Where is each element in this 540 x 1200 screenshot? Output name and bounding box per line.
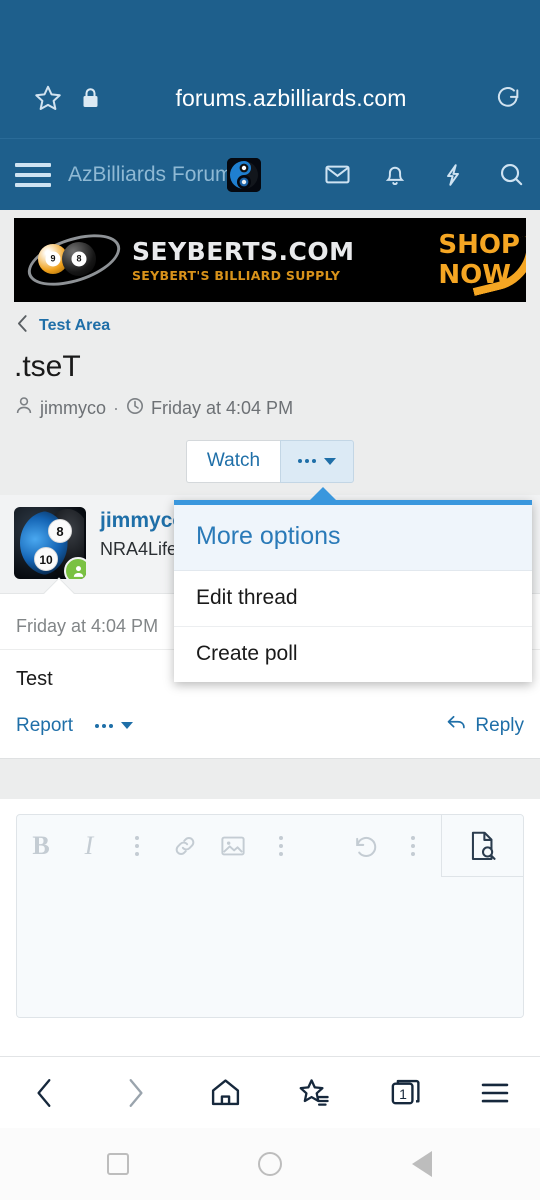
- forum-header: AzBilliards Forum: [0, 138, 540, 210]
- whats-new-bolt-icon[interactable]: [424, 146, 482, 204]
- ad-ball-eight-number: 8: [71, 251, 87, 267]
- undo-icon[interactable]: [341, 815, 389, 877]
- ad-title: SEYBERTS.COM: [132, 237, 355, 266]
- text-overflow-menu-icon[interactable]: [113, 815, 161, 877]
- page-title: .tseT: [14, 350, 81, 383]
- azbilliards-8ball-logo: [226, 157, 261, 192]
- report-link[interactable]: Report: [16, 715, 73, 737]
- reply-label: Reply: [475, 714, 524, 736]
- insert-overflow-menu-icon[interactable]: [257, 815, 305, 877]
- reply-arrow-icon: [446, 713, 467, 738]
- thread-author[interactable]: jimmyco: [40, 398, 106, 419]
- browser-chrome: forums.azbilliards.com: [0, 0, 540, 138]
- ad-banner-wrapper: 9 8 SEYBERTS.COM SEYBERT'S BILLIARD SUPP…: [0, 210, 540, 302]
- dropdown-header[interactable]: More options: [174, 505, 532, 571]
- forum-title[interactable]: AzBilliards Forum: [68, 163, 233, 187]
- bookmarks-star-icon[interactable]: [279, 1057, 351, 1129]
- meta-separator: ·: [113, 397, 119, 418]
- section-spacer: [0, 758, 540, 800]
- tabs-button[interactable]: 1: [369, 1057, 441, 1129]
- thread-more-options-button[interactable]: [280, 440, 355, 483]
- avatar-ball-10-number: 10: [34, 547, 58, 571]
- post-author-name[interactable]: jimmyco: [100, 509, 185, 533]
- post-author-block: jimmyco NRA4Life: [100, 507, 185, 579]
- menu-item-create-poll[interactable]: Create poll: [174, 627, 532, 682]
- ad-subtitle: SEYBERT'S BILLIARD SUPPLY: [132, 268, 341, 283]
- thread-timestamp[interactable]: Friday at 4:04 PM: [151, 398, 293, 419]
- seyberts-ad-banner[interactable]: 9 8 SEYBERTS.COM SEYBERT'S BILLIARD SUPP…: [14, 218, 526, 302]
- ad-ball-nine-number: 9: [45, 251, 61, 267]
- clock-icon: [126, 397, 144, 420]
- star-icon[interactable]: [22, 76, 74, 120]
- circle-icon[interactable]: [242, 1136, 298, 1192]
- history-overflow-menu-icon[interactable]: [389, 815, 437, 877]
- ad-billiard-balls-logo: 9 8: [21, 224, 130, 296]
- phone-screen: forums.azbilliards.com AzBilliards Forum: [0, 0, 540, 1200]
- thread-button-group: Watch: [185, 440, 355, 483]
- preview-document-icon[interactable]: [441, 815, 523, 877]
- forward-arrow-icon: [99, 1057, 171, 1129]
- chevron-down-icon: [324, 457, 337, 465]
- ellipsis-icon: [95, 723, 114, 728]
- chevron-down-icon: [121, 722, 134, 729]
- breadcrumb-link-test-area[interactable]: Test Area: [39, 317, 110, 335]
- editor-toolbar: B I: [17, 815, 523, 877]
- back-arrow-icon[interactable]: [9, 1057, 81, 1129]
- thread-action-bar: Watch: [0, 420, 540, 483]
- italic-button[interactable]: I: [65, 815, 113, 877]
- tab-count-label: 1: [399, 1085, 407, 1102]
- triangle-back-icon[interactable]: [394, 1136, 450, 1192]
- browser-url-bar[interactable]: forums.azbilliards.com: [0, 62, 540, 138]
- alerts-bell-icon[interactable]: [366, 146, 424, 204]
- android-system-nav: [0, 1128, 540, 1200]
- reply-editor-wrapper: B I: [0, 800, 540, 1036]
- forum-header-actions: [308, 146, 540, 204]
- reply-button[interactable]: Reply: [446, 713, 524, 738]
- online-status-icon: [64, 557, 86, 579]
- ellipsis-icon: [298, 459, 317, 463]
- browser-bottom-nav: 1: [0, 1056, 540, 1128]
- bold-button[interactable]: B: [17, 815, 65, 877]
- reply-textarea[interactable]: [17, 877, 523, 1017]
- inbox-icon[interactable]: [308, 146, 366, 204]
- user-icon: [15, 396, 33, 420]
- more-options-dropdown: More options Edit thread Create poll: [174, 487, 532, 682]
- post-footer: Report Reply: [0, 695, 540, 758]
- reload-icon[interactable]: [476, 76, 540, 120]
- home-icon[interactable]: [189, 1057, 261, 1129]
- breadcrumb[interactable]: Test Area: [0, 302, 540, 344]
- ad-text-block: SEYBERTS.COM SEYBERT'S BILLIARD SUPPLY: [132, 237, 354, 283]
- post-more-options-button[interactable]: [95, 722, 134, 729]
- watch-button[interactable]: Watch: [185, 440, 281, 483]
- link-icon[interactable]: [161, 815, 209, 877]
- square-icon[interactable]: [90, 1136, 146, 1192]
- chevron-left-icon[interactable]: [16, 314, 29, 338]
- thread-meta: jimmyco · Friday at 4:04 PM: [0, 384, 540, 420]
- dropdown-pointer: [308, 487, 338, 502]
- image-icon[interactable]: [209, 815, 257, 877]
- avatar-ball-8-number: 8: [48, 519, 72, 543]
- menu-item-edit-thread[interactable]: Edit thread: [174, 571, 532, 627]
- avatar[interactable]: 8 10: [14, 507, 86, 579]
- browser-menu-icon[interactable]: [459, 1057, 531, 1129]
- lock-icon: [74, 76, 106, 120]
- url-text[interactable]: forums.azbilliards.com: [106, 76, 476, 120]
- reply-editor[interactable]: B I: [16, 814, 524, 1018]
- search-icon[interactable]: [482, 146, 540, 204]
- post-author-title: NRA4Life: [100, 539, 178, 559]
- hamburger-menu-icon[interactable]: [0, 162, 66, 187]
